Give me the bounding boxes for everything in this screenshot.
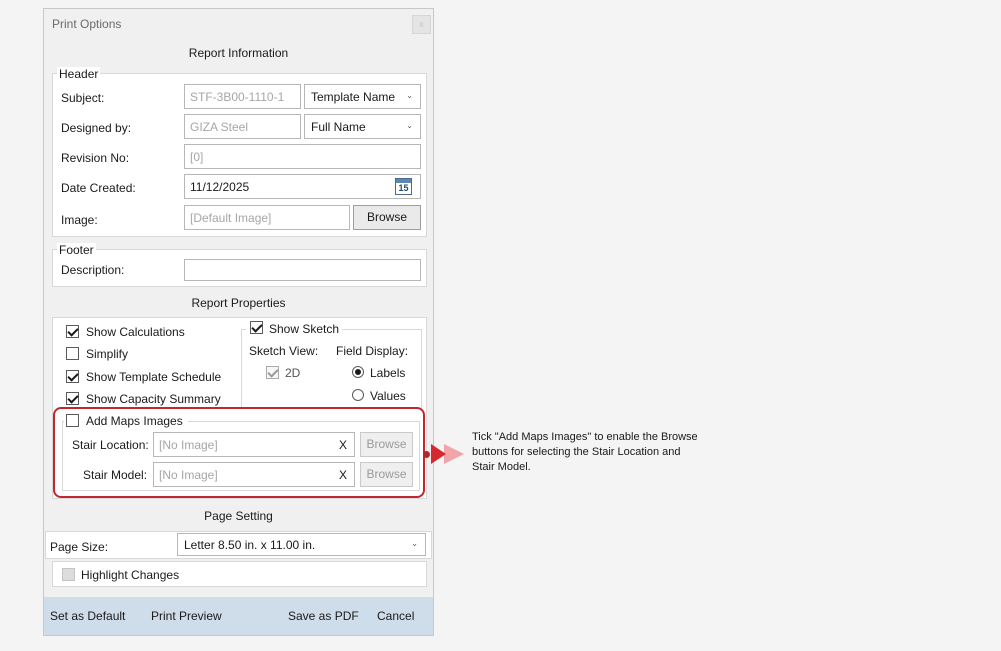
subject-template-combo[interactable]: Template Name ⌄ xyxy=(304,84,421,109)
maps-highlight-box xyxy=(53,407,425,498)
designed-by-combo[interactable]: Full Name ⌄ xyxy=(304,114,421,139)
highlight-changes-label: Highlight Changes xyxy=(81,568,180,582)
chevron-down-icon: ⌄ xyxy=(411,539,418,548)
page-setting-title: Page Setting xyxy=(204,509,273,523)
simplify-checkbox[interactable] xyxy=(66,347,79,360)
show-capacity-summary-checkbox[interactable] xyxy=(66,392,79,405)
set-as-default-button[interactable]: Set as Default xyxy=(50,609,125,623)
labels-radio-label: Labels xyxy=(370,366,406,380)
date-created-label: Date Created: xyxy=(61,181,136,195)
labels-radio[interactable] xyxy=(352,366,364,378)
footer-legend: Footer xyxy=(57,243,96,257)
values-radio-label: Values xyxy=(370,389,406,403)
close-button[interactable]: x xyxy=(412,15,431,34)
save-as-pdf-button[interactable]: Save as PDF xyxy=(288,609,359,623)
image-input[interactable]: [Default Image] xyxy=(184,205,350,230)
show-capacity-summary-label: Show Capacity Summary xyxy=(86,392,221,406)
highlight-changes-checkbox[interactable] xyxy=(62,568,75,581)
description-label: Description: xyxy=(61,263,125,277)
sketch-2d-checkbox[interactable] xyxy=(266,366,279,379)
show-calculations-label: Show Calculations xyxy=(86,325,185,339)
image-label: Image: xyxy=(61,213,98,227)
callout-text: Tick "Add Maps Images" to enable the Bro… xyxy=(472,431,698,473)
designed-by-label: Designed by: xyxy=(61,121,132,135)
subject-template-value: Template Name xyxy=(311,90,396,104)
callout-dot xyxy=(423,451,430,458)
calendar-day: 15 xyxy=(398,183,409,193)
show-sketch-label: Show Sketch xyxy=(269,322,340,336)
designed-by-input[interactable]: GIZA Steel xyxy=(184,114,301,139)
print-options-dialog: Print Options x Report Information Heade… xyxy=(43,8,434,636)
callout-arrow-shadow-icon xyxy=(444,444,464,464)
callout-arrow-icon xyxy=(431,444,446,464)
revision-label: Revision No: xyxy=(61,151,130,165)
cancel-button[interactable]: Cancel xyxy=(377,609,414,623)
designed-by-combo-value: Full Name xyxy=(311,120,366,134)
chevron-down-icon: ⌄ xyxy=(406,91,413,100)
image-browse-button[interactable]: Browse xyxy=(353,205,421,230)
show-template-schedule-checkbox[interactable] xyxy=(66,370,79,383)
chevron-down-icon: ⌄ xyxy=(406,121,413,130)
sketch-view-label: Sketch View: xyxy=(249,344,319,358)
calendar-icon[interactable]: 15 xyxy=(395,178,412,195)
sketch-2d-label: 2D xyxy=(285,366,301,380)
dialog-title: Print Options xyxy=(52,17,122,31)
page-size-label: Page Size: xyxy=(50,540,109,554)
print-preview-button[interactable]: Print Preview xyxy=(151,609,222,623)
date-created-value: 11/12/2025 xyxy=(190,180,250,194)
show-sketch-checkbox[interactable] xyxy=(250,321,263,334)
description-input[interactable] xyxy=(184,259,421,281)
page-size-value: Letter 8.50 in. x 11.00 in. xyxy=(184,538,316,552)
values-radio[interactable] xyxy=(352,389,364,401)
field-display-label: Field Display: xyxy=(336,344,409,358)
title-bar: Print Options x xyxy=(44,9,433,37)
header-legend: Header xyxy=(57,67,101,81)
report-information-title: Report Information xyxy=(188,46,289,60)
revision-input[interactable]: [0] xyxy=(184,144,421,169)
show-calculations-checkbox[interactable] xyxy=(66,325,79,338)
show-template-schedule-label: Show Template Schedule xyxy=(86,370,222,384)
page-size-combo[interactable]: Letter 8.50 in. x 11.00 in. ⌄ xyxy=(177,533,426,556)
report-properties-title: Report Properties xyxy=(191,296,286,310)
subject-input[interactable]: STF-3B00-1110-1 xyxy=(184,84,301,109)
subject-label: Subject: xyxy=(61,91,105,105)
dialog-button-bar: Set as Default Print Preview Save as PDF… xyxy=(44,597,433,635)
simplify-label: Simplify xyxy=(86,347,129,361)
date-created-picker[interactable]: 11/12/2025 xyxy=(184,174,421,199)
